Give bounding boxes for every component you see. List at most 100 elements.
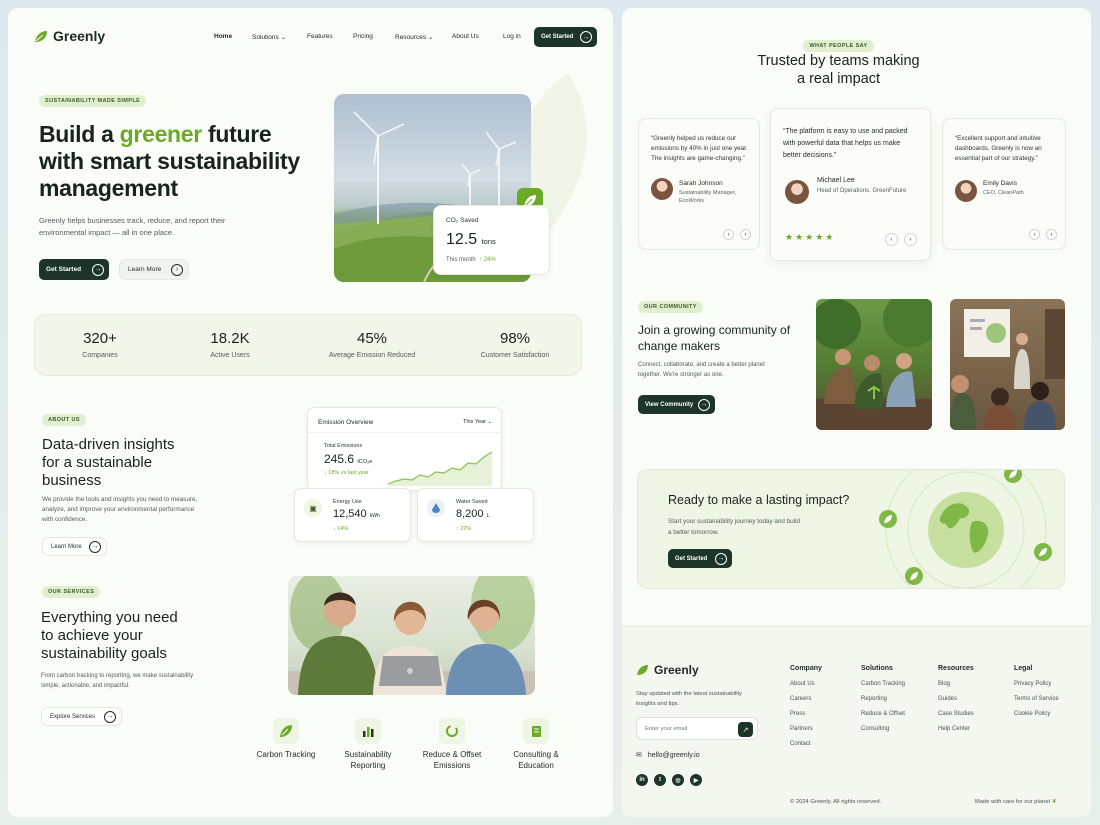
landing-page-right: WHAT PEOPLE SAY Trusted by teams making … (622, 8, 1091, 817)
testimonial-quote: “Excellent support and intuitive dashboa… (955, 135, 1042, 162)
nav-features[interactable]: Features (307, 33, 333, 40)
about-title: Data-driven insights for a sustainable b… (42, 436, 175, 489)
footer-link[interactable]: Partners (790, 726, 822, 732)
hero-title-accent: greener (119, 121, 203, 147)
co2-value-row: 12.5 tons (446, 231, 496, 249)
chevron-left-icon: ‹ (1033, 231, 1036, 238)
leaf-icon (273, 718, 299, 744)
chevron-down-icon: ⌄ (487, 419, 493, 425)
community-button-label: View Community (645, 401, 694, 408)
footer-link[interactable]: Help Center (938, 726, 974, 732)
footer-link[interactable]: Cookie Policy (1014, 711, 1059, 717)
service-sustainability-reporting[interactable]: Sustainability Reporting (336, 718, 400, 771)
youtube-icon[interactable]: ▶ (690, 774, 702, 786)
footer-link[interactable]: Blog (938, 681, 974, 687)
view-community-button[interactable]: View Community → (638, 395, 715, 414)
footer-link[interactable]: Careers (790, 696, 822, 702)
hero-get-started-button[interactable]: Get Started → (39, 259, 109, 280)
emission-overview-card: Emission Overview This Year ⌄ Total Emis… (307, 407, 503, 491)
stat-item: 320+ Companies (50, 330, 150, 359)
twitter-icon[interactable]: t (654, 774, 666, 786)
footer-link[interactable]: Terms of Service (1014, 696, 1059, 702)
period-select[interactable]: This Year ⌄ (463, 419, 492, 425)
service-label: Sustainability Reporting (344, 750, 392, 770)
linkedin-icon[interactable]: in (636, 774, 648, 786)
emission-title: Emission Overview (318, 419, 374, 426)
nav-pricing[interactable]: Pricing (353, 33, 373, 40)
footer-made-with-care: Made with care for our planet ❦ (975, 799, 1057, 805)
cycle-icon (439, 718, 465, 744)
stat-value: 18.2K (210, 330, 250, 347)
service-label: Carbon Tracking (256, 750, 316, 759)
prev-button[interactable]: ‹ (723, 229, 734, 240)
chevron-right-icon: › (1050, 231, 1053, 238)
water-change-row: ↑ 22% (456, 526, 471, 532)
team-illustration (288, 576, 535, 695)
stat-value: 45% (356, 330, 388, 347)
mail-icon: ✉ (636, 752, 642, 759)
planting-photo-image (816, 299, 932, 430)
footer-link[interactable]: Privacy Policy (1014, 681, 1059, 687)
stat-item: 45% Average Emission Reduced (312, 330, 432, 359)
footer-link[interactable]: Contact (790, 741, 822, 747)
nav-login[interactable]: Log in (503, 33, 521, 40)
service-label: Reduce & Offset Emissions (422, 750, 482, 770)
services-badge: OUR SERVICES (42, 586, 101, 598)
footer-link[interactable]: Consulting (861, 726, 905, 732)
total-label: Total Emissions (324, 443, 363, 449)
social-links: in t ◎ ▶ (636, 774, 702, 786)
testimonial-author: Michael Lee Head of Operations, GreenFutu… (817, 177, 917, 196)
presentation-illustration (950, 309, 1065, 430)
footer: Greenly Stay updated with the latest sus… (622, 626, 1091, 817)
chevron-left-icon: ‹ (890, 236, 893, 243)
prev-button[interactable]: ‹ (1029, 229, 1040, 240)
footer-logo[interactable]: Greenly (636, 663, 699, 677)
service-carbon-tracking[interactable]: Carbon Tracking (256, 718, 316, 760)
total-value: 245.6 (324, 452, 355, 466)
footer-email-link[interactable]: ✉ hello@greenly.io (636, 751, 700, 760)
document-icon (523, 718, 549, 744)
prev-button[interactable]: ‹ (885, 233, 898, 246)
hero-learn-more-button[interactable]: Learn More › (119, 259, 189, 280)
arrow-up-icon: ↑ (456, 526, 459, 532)
services-title: Everything you need to achieve your sust… (41, 609, 178, 662)
next-button[interactable]: › (740, 229, 751, 240)
explore-services-button[interactable]: Explore Services → (41, 707, 122, 726)
nav-about[interactable]: About Us (452, 33, 479, 40)
community-title: Join a growing community of change maker… (638, 323, 791, 353)
cta-banner: Ready to make a lasting impact? Start yo… (637, 469, 1065, 589)
chevron-right-icon: › (744, 231, 747, 238)
chevron-down-icon: ⌄ (427, 34, 434, 41)
footer-link[interactable]: Reporting (861, 696, 905, 702)
nav-home[interactable]: Home (214, 33, 232, 40)
nav-resources[interactable]: Resources ⌄ (395, 33, 433, 41)
footer-link[interactable]: Case Studies (938, 711, 974, 717)
nav-solutions[interactable]: Solutions ⌄ (252, 33, 286, 41)
footer-email-input[interactable]: Enter your email ↗ (636, 717, 758, 740)
cta-get-started-button[interactable]: Get Started → (668, 549, 732, 568)
cta-text: Start your sustainability journey today … (668, 518, 800, 536)
stat-value: 320+ (83, 330, 117, 347)
stat-item: 98% Customer Satisfaction (465, 330, 565, 359)
co2-saved-card: CO₂ Saved 12.5 tons This month ↑ 24% (433, 205, 550, 275)
next-button[interactable]: › (904, 233, 917, 246)
cta-button-label: Get Started (675, 555, 708, 562)
service-reduce-offset[interactable]: Reduce & Offset Emissions (414, 718, 490, 771)
subscribe-button[interactable]: ↗ (738, 722, 753, 737)
footer-link[interactable]: Reduce & Offset (861, 711, 905, 717)
chevron-right-icon: › (909, 236, 912, 243)
header-get-started-button[interactable]: Get Started → (534, 27, 597, 47)
instagram-icon[interactable]: ◎ (672, 774, 684, 786)
footer-link[interactable]: Guides (938, 696, 974, 702)
footer-link[interactable]: Carbon Tracking (861, 681, 905, 687)
about-learn-more-button[interactable]: Learn More → (42, 537, 107, 556)
co2-value: 12.5 (446, 231, 478, 248)
made-text: Made with care for our planet (975, 799, 1051, 805)
next-button[interactable]: › (1046, 229, 1057, 240)
service-consulting[interactable]: Consulting & Education (504, 718, 568, 771)
footer-link[interactable]: About Us (790, 681, 822, 687)
water-saved-card: Water Saved 8,200 L ↑ 22% (417, 488, 534, 542)
brand-logo[interactable]: Greenly (34, 28, 105, 44)
footer-link[interactable]: Press (790, 711, 822, 717)
author-role: Sustainability Manager, EcoWorks (679, 190, 736, 204)
